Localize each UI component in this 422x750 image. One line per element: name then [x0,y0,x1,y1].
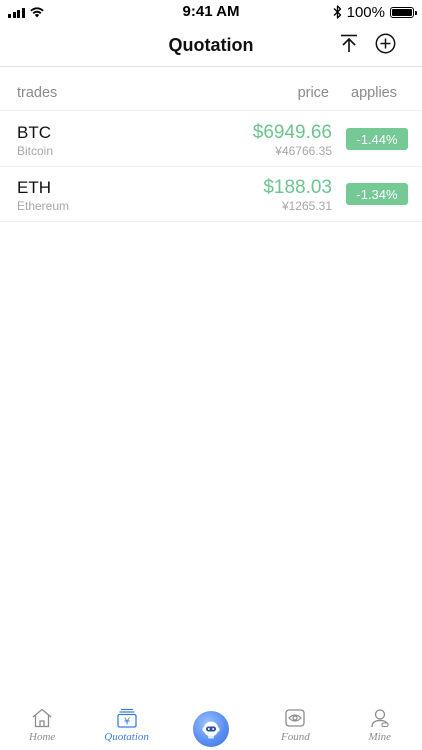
plus-circle-icon [375,33,395,53]
quotation-screen: 9:41 AM 100% Quotation trades price appl… [0,0,422,750]
column-header-applies[interactable]: applies [351,85,397,101]
bluetooth-icon [333,5,341,19]
coin-price-cny: ¥1265.31 [281,199,332,213]
tab-label: Mine [368,731,392,743]
coin-symbol: BTC [17,123,51,142]
tab-mine[interactable]: Mine [338,700,422,743]
quotation-icon: ¥ [116,708,137,728]
add-button[interactable] [374,32,396,54]
change-badge: -1.34% [346,183,408,205]
robot-icon [202,721,220,739]
coin-price-usd: $6949.66 [252,122,332,143]
change-badge: -1.44% [346,128,408,150]
battery-percent: 100% [346,3,385,21]
tab-bar: Home ¥ Quotation Found Mine [0,700,422,750]
status-left [8,6,45,18]
tab-label: Home [29,731,56,743]
signal-icon [8,7,25,18]
robot-button[interactable] [192,711,229,747]
coin-price-usd: $188.03 [263,177,332,198]
tab-robot[interactable] [169,700,253,747]
coin-name: Bitcoin [17,144,54,158]
table-row[interactable]: BTC Bitcoin $6949.66 ¥46766.35 -1.44% [0,111,422,167]
status-right: 100% [333,3,417,21]
wifi-icon [29,7,44,18]
table-header: trades price applies [0,66,422,111]
nav-bar: Quotation [0,24,422,67]
page-title: Quotation [168,34,254,55]
tab-found[interactable]: Found [253,700,337,743]
coin-price-cny: ¥46766.35 [275,144,332,158]
coin-name: Ethereum [17,199,70,213]
upload-arrow-icon [341,34,357,52]
column-header-trades: trades [17,85,58,101]
sort-to-top-button[interactable] [338,32,360,54]
coin-symbol: ETH [17,178,51,197]
tab-quotation[interactable]: ¥ Quotation [85,700,169,743]
status-bar: 9:41 AM 100% [0,0,422,24]
battery-icon [390,6,417,18]
mine-icon [371,709,389,728]
status-time: 9:41 AM [182,3,240,20]
tab-home[interactable]: Home [0,700,84,743]
table-row[interactable]: ETH Ethereum $188.03 ¥1265.31 -1.34% [0,166,422,222]
tab-label: Found [280,731,310,743]
tab-label: Quotation [104,731,149,743]
nav-actions [338,32,396,54]
found-icon [285,709,306,727]
svg-text:¥: ¥ [123,717,129,728]
home-icon [32,708,52,728]
column-header-price[interactable]: price [298,85,329,101]
